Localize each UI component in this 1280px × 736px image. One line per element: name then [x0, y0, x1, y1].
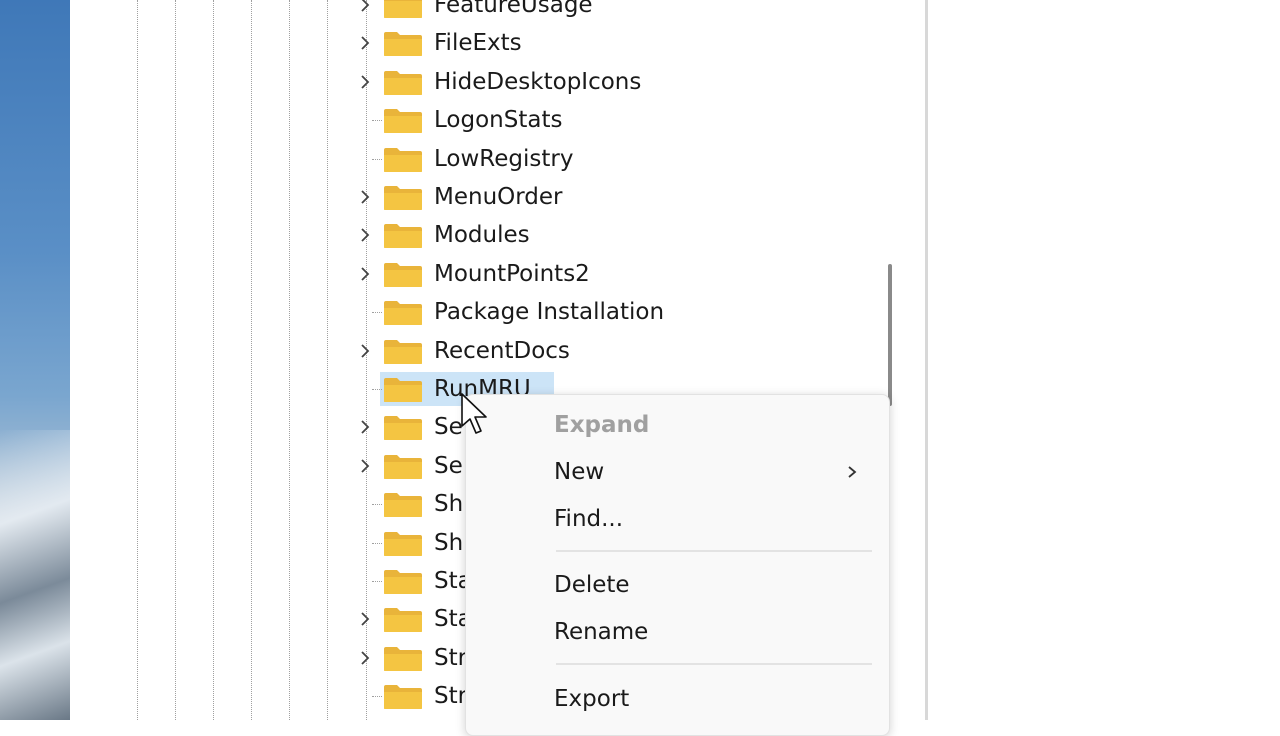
- expand-chevron-icon[interactable]: [355, 648, 375, 668]
- tree-item-label: LowRegistry: [434, 145, 574, 172]
- menu-item-new-label: New: [554, 459, 605, 485]
- wallpaper-mountain: [0, 430, 70, 720]
- tree-item-label: FileExts: [434, 30, 522, 57]
- tree-guide-line: [137, 0, 138, 720]
- menu-item-find[interactable]: Find...: [466, 499, 889, 539]
- expand-chevron-icon[interactable]: [355, 33, 375, 53]
- tree-item[interactable]: MenuOrder: [350, 178, 870, 216]
- desktop-wallpaper: [0, 0, 70, 720]
- folder-icon: [384, 186, 422, 210]
- expand-chevron-icon[interactable]: [355, 609, 375, 629]
- tree-connector: [372, 581, 382, 582]
- expand-chevron-icon[interactable]: [355, 0, 375, 15]
- folder-icon: [384, 493, 422, 518]
- tree-item-label: Str: [434, 683, 468, 710]
- tree-item[interactable]: LowRegistry: [350, 140, 870, 178]
- tree-item[interactable]: FileExts: [350, 24, 870, 62]
- expand-chevron-icon[interactable]: [355, 72, 375, 92]
- expand-chevron-icon[interactable]: [355, 341, 375, 361]
- tree-item-label: Str: [434, 644, 468, 671]
- tree-guide-line: [289, 0, 290, 720]
- context-menu: Expand New Find... Delete Rename Export: [465, 394, 890, 736]
- menu-item-expand: Expand: [466, 405, 889, 445]
- tree-item[interactable]: HideDesktopIcons: [350, 63, 870, 101]
- folder-icon: [384, 224, 422, 249]
- expand-chevron-icon[interactable]: [355, 456, 375, 476]
- folder-icon: [384, 416, 422, 441]
- values-pane[interactable]: [925, 0, 1280, 720]
- tree-item[interactable]: Modules: [350, 216, 870, 254]
- folder-icon: [384, 0, 422, 18]
- menu-item-export[interactable]: Export: [466, 679, 889, 719]
- tree-item-label: HideDesktopIcons: [434, 68, 642, 95]
- folder-icon: [384, 32, 422, 57]
- menu-item-new[interactable]: New: [466, 452, 889, 492]
- tree-connector: [372, 158, 382, 160]
- tree-item[interactable]: MountPoints2: [350, 255, 870, 293]
- tree-item[interactable]: FeatureUsage: [350, 0, 870, 24]
- folder-icon: [384, 301, 422, 326]
- menu-item-find-label: Find...: [554, 506, 624, 532]
- tree-item-label: MountPoints2: [434, 260, 590, 287]
- folder-icon: [384, 570, 422, 594]
- folder-icon: [384, 685, 422, 710]
- tree-connector: [372, 312, 382, 314]
- folder-icon: [384, 262, 422, 287]
- tree-item[interactable]: Package Installation: [350, 293, 870, 331]
- folder-icon: [384, 378, 422, 402]
- tree-item-label: Se: [434, 414, 463, 441]
- tree-connector: [372, 504, 382, 506]
- tree-item-label: FeatureUsage: [434, 0, 593, 18]
- tree-item-label: Sh: [434, 529, 464, 556]
- tree-item-label: LogonStats: [434, 107, 563, 134]
- tree-item-label: Package Installation: [434, 299, 665, 326]
- tree-item-label: Sh: [434, 491, 464, 518]
- tree-guide-line: [251, 0, 252, 720]
- tree-item-label: MenuOrder: [434, 184, 563, 210]
- expand-chevron-icon[interactable]: [355, 264, 375, 284]
- expand-chevron-icon[interactable]: [355, 417, 375, 437]
- tree-item[interactable]: LogonStats: [350, 101, 870, 139]
- menu-item-delete-label: Delete: [554, 572, 630, 598]
- tree-connector: [372, 542, 382, 544]
- menu-item-rename[interactable]: Rename: [466, 612, 889, 652]
- tree-connector: [372, 120, 382, 122]
- tree-item-label: RecentDocs: [434, 337, 570, 364]
- folder-icon: [384, 109, 422, 134]
- menu-item-expand-label: Expand: [554, 412, 650, 438]
- tree-connector: [372, 389, 382, 390]
- folder-icon: [384, 70, 422, 95]
- expand-chevron-icon[interactable]: [355, 187, 375, 207]
- tree-guide-line: [213, 0, 214, 720]
- mouse-pointer-icon: [461, 393, 487, 434]
- tree-connector: [372, 696, 382, 698]
- expand-chevron-icon[interactable]: [355, 225, 375, 245]
- menu-item-export-label: Export: [554, 686, 630, 712]
- folder-icon: [384, 646, 422, 671]
- menu-separator: [556, 550, 872, 552]
- tree-guide-line: [327, 0, 328, 720]
- tree-item[interactable]: RecentDocs: [350, 332, 870, 370]
- tree-guide-line: [175, 0, 176, 720]
- menu-separator: [556, 663, 872, 665]
- tree-item-label: Se: [434, 452, 463, 479]
- tree-item-label: Modules: [434, 222, 530, 249]
- menu-item-delete[interactable]: Delete: [466, 565, 889, 605]
- folder-icon: [384, 339, 422, 364]
- folder-icon: [384, 147, 422, 172]
- folder-icon: [384, 608, 422, 633]
- tree-scrollbar-thumb[interactable]: [888, 264, 892, 406]
- menu-item-rename-label: Rename: [554, 619, 649, 645]
- chevron-right-icon: [848, 466, 857, 478]
- folder-icon: [384, 531, 422, 556]
- folder-icon: [384, 454, 422, 479]
